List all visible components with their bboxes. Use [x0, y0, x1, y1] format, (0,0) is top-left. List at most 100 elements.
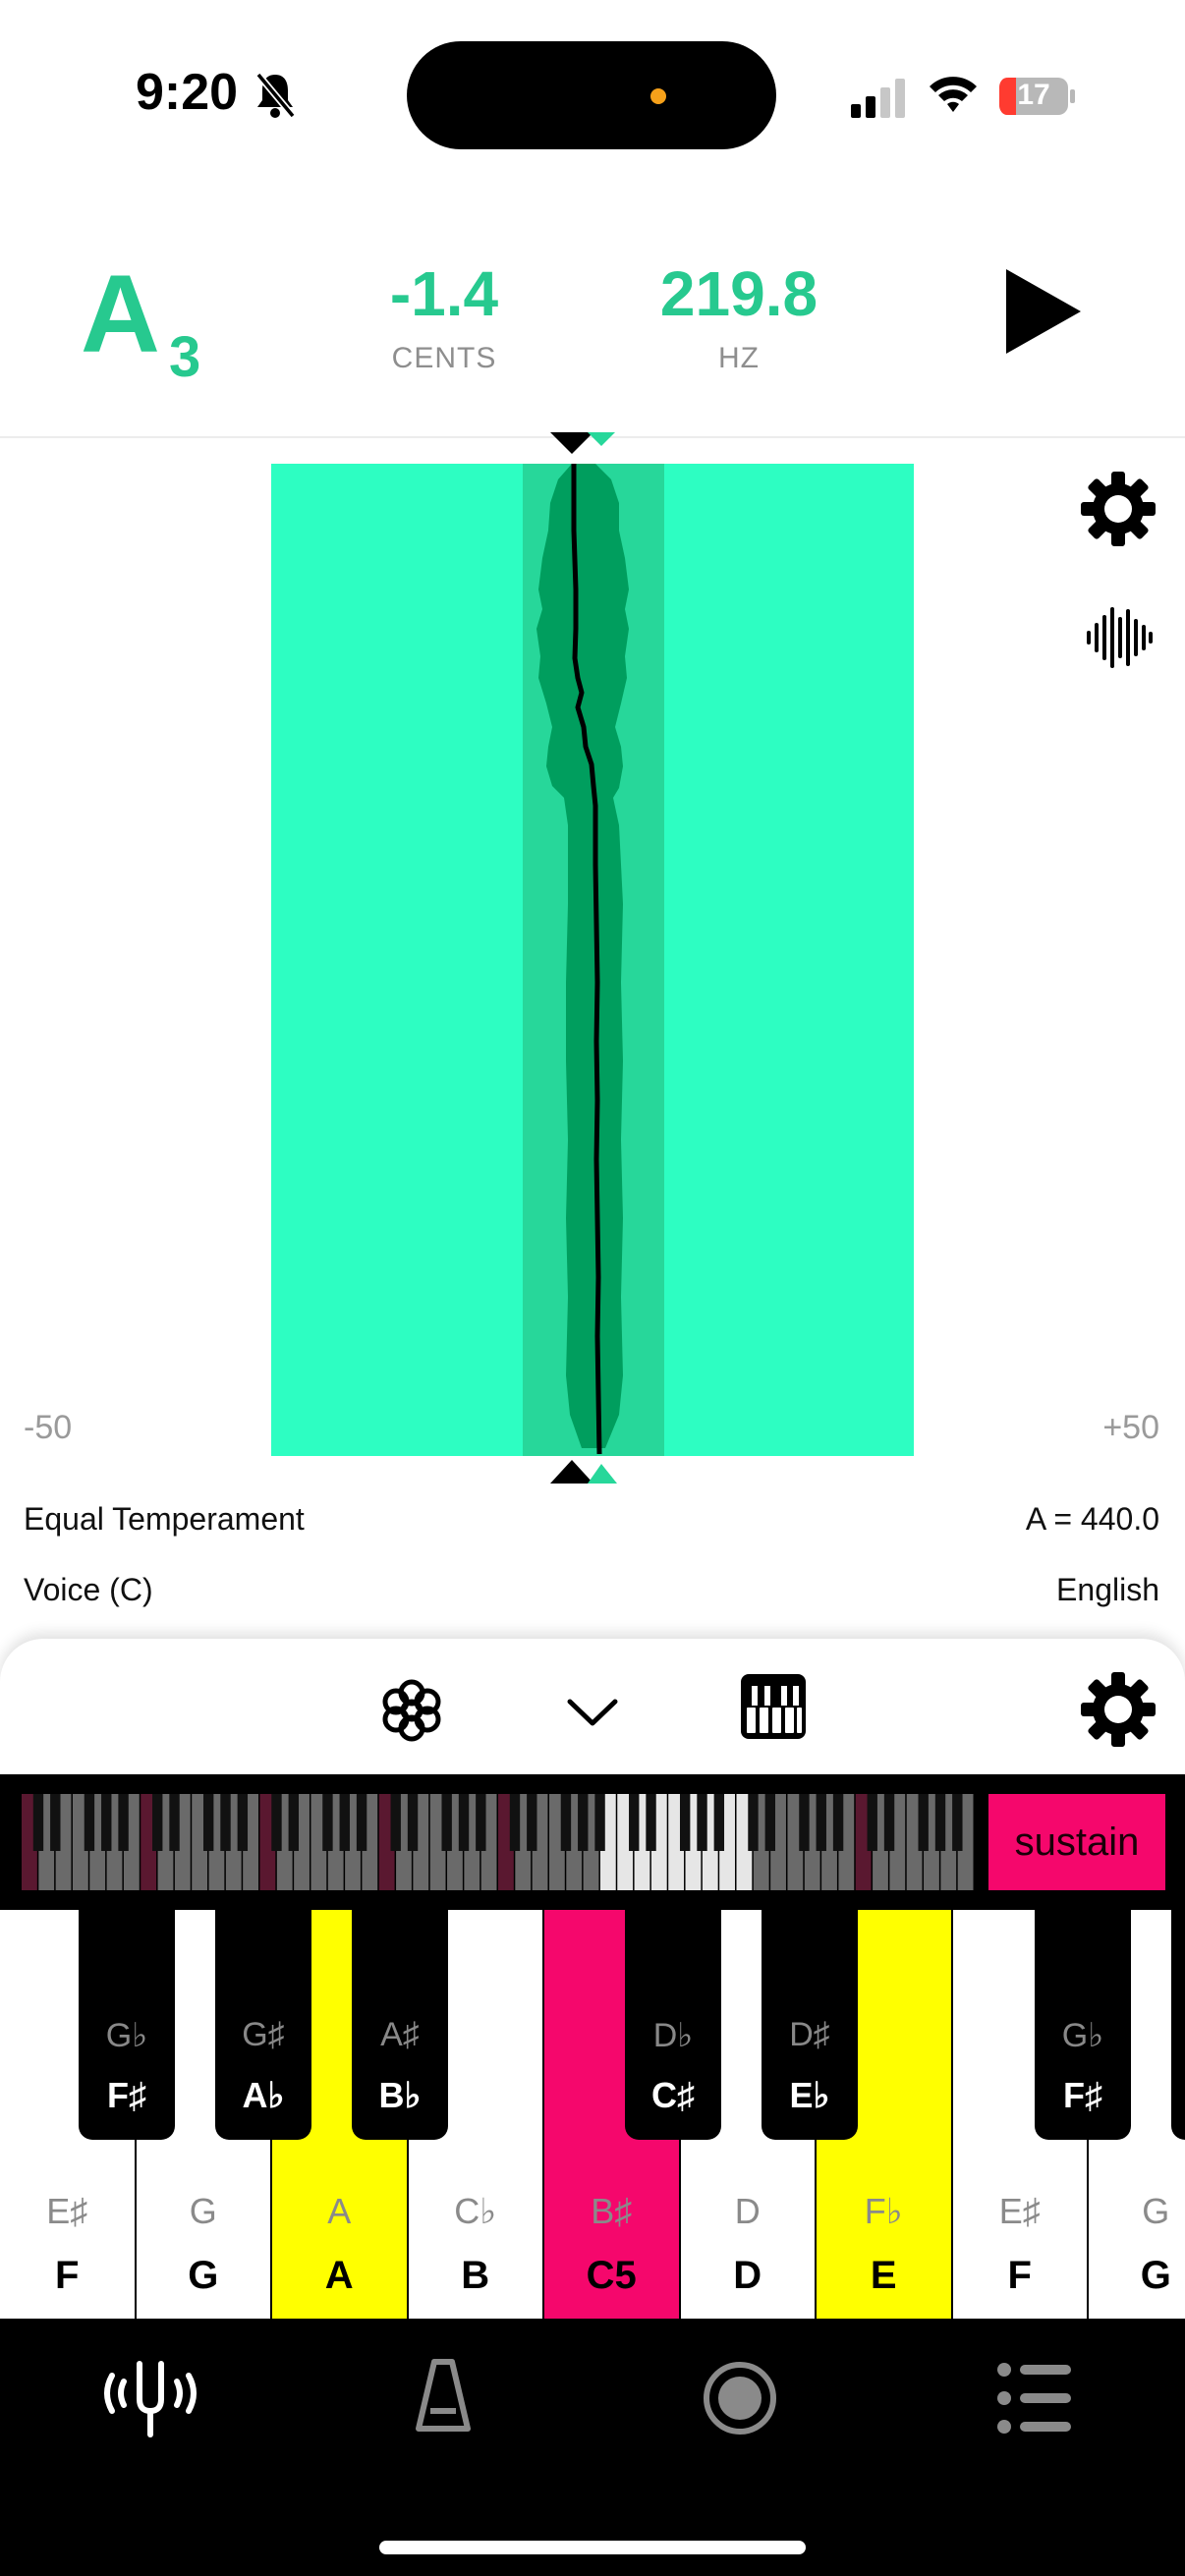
overview-black-key: [679, 1794, 691, 1851]
overview-black-key: [560, 1794, 572, 1851]
frequency-value: 219.8: [659, 258, 818, 329]
detected-octave: 3: [169, 325, 201, 389]
key-alt-label: E♯: [998, 2191, 1041, 2231]
overview-black-key: [832, 1794, 844, 1851]
key-note-label: A♭: [242, 2075, 285, 2115]
overview-black-key: [476, 1794, 486, 1851]
overview-black-key: [918, 1794, 929, 1851]
reference-pitch-setting[interactable]: A = 440.0: [1026, 1501, 1159, 1538]
tab-list-icon[interactable]: [983, 2356, 1091, 2440]
scale-max-label: +50: [1102, 1409, 1159, 1446]
overview-black-key: [458, 1794, 470, 1851]
key-note-label: C5: [586, 2254, 637, 2297]
key-alt-label: B♯: [591, 2191, 633, 2231]
key-alt-label: F♭: [864, 2191, 903, 2231]
overview-black-key: [883, 1794, 895, 1851]
piano-black-key[interactable]: G♭ F♯: [79, 1910, 175, 2140]
play-button[interactable]: [1002, 265, 1085, 358]
tab-tuner-tuning-fork-icon[interactable]: [96, 2356, 204, 2440]
key-alt-label: G♭: [105, 2017, 148, 2054]
tab-metronome-icon[interactable]: [389, 2356, 497, 2440]
key-note-label: E♭: [789, 2075, 830, 2115]
status-time: 9:20: [136, 64, 239, 121]
key-alt-label: G♭: [1061, 2017, 1104, 2054]
waveform-icon[interactable]: [1085, 605, 1154, 670]
overview-black-key: [202, 1794, 214, 1851]
silent-bell-icon: [255, 72, 296, 119]
key-alt-label: D: [734, 2191, 761, 2231]
overview-black-key: [220, 1794, 231, 1851]
overview-black-key: [322, 1794, 333, 1851]
overview-black-key: [509, 1794, 521, 1851]
note-language-setting[interactable]: English: [1056, 1572, 1159, 1608]
overview-black-key: [748, 1794, 759, 1851]
overview-black-key: [713, 1794, 725, 1851]
key-alt-label: D♯: [789, 2016, 830, 2053]
overview-black-key: [578, 1794, 589, 1851]
temperament-setting[interactable]: Equal Temperament: [24, 1501, 305, 1538]
piano-black-key[interactable]: D♯ E♭: [762, 1910, 858, 2140]
overview-black-key: [339, 1794, 350, 1851]
key-note-label: F♯: [107, 2075, 146, 2115]
overview-black-key: [952, 1794, 963, 1851]
overview-black-key: [594, 1794, 605, 1851]
piano-black-key[interactable]: A♯ B♭: [352, 1910, 448, 2140]
overview-black-key: [118, 1794, 129, 1851]
overview-black-key: [629, 1794, 640, 1851]
keyboard-overview-range[interactable]: [22, 1794, 975, 1890]
overview-black-key: [407, 1794, 419, 1851]
overview-black-key: [152, 1794, 163, 1851]
top-pointer-shadow: [588, 432, 615, 446]
overview-black-key: [50, 1794, 61, 1851]
frequency-label: HZ: [718, 342, 760, 374]
key-alt-label: A♯: [380, 2016, 420, 2053]
overview-black-key: [288, 1794, 299, 1851]
overview-black-key: [527, 1794, 537, 1851]
overview-black-key: [441, 1794, 452, 1851]
overview-black-key: [271, 1794, 282, 1851]
volume-silhouette: [536, 464, 629, 1448]
chevron-down-icon[interactable]: [562, 1686, 623, 1735]
circle-of-fifths-icon[interactable]: [377, 1676, 446, 1745]
overview-black-key: [32, 1794, 44, 1851]
keyboard-settings-gear-icon[interactable]: [1079, 1670, 1157, 1749]
instrument-setting[interactable]: Voice (C): [24, 1572, 153, 1608]
key-alt-label: C♭: [454, 2191, 497, 2231]
key-alt-label: D♭: [652, 2017, 694, 2054]
key-note-label: G: [1140, 2254, 1171, 2297]
battery-level: 17: [1017, 79, 1050, 111]
tuner-settings-gear-icon[interactable]: [1079, 470, 1157, 548]
key-note-label: F♯: [1063, 2075, 1102, 2115]
overview-black-key: [697, 1794, 707, 1851]
scale-min-label: -50: [24, 1409, 73, 1446]
sustain-button[interactable]: sustain: [988, 1794, 1165, 1890]
piano-black-key[interactable]: G♭ F♯: [1035, 1910, 1131, 2140]
piano-black-key[interactable]: D♭ C♯: [625, 1910, 721, 2140]
key-note-label: F: [1007, 2254, 1032, 2297]
key-note-label: G: [188, 2254, 219, 2297]
overview-black-key: [237, 1794, 249, 1851]
tab-record-icon[interactable]: [686, 2356, 794, 2440]
key-alt-label: A: [327, 2191, 352, 2231]
cents-label: CENTS: [391, 342, 497, 374]
key-note-label: A: [324, 2254, 354, 2297]
cents-value: -1.4: [389, 258, 499, 329]
overview-black-key: [646, 1794, 656, 1851]
dynamic-island: [407, 41, 776, 149]
overview-black-key: [764, 1794, 775, 1851]
home-indicator: [379, 2541, 806, 2554]
piano-black-key[interactable]: G♯ A♭: [215, 1910, 311, 2140]
piano-black-key[interactable]: [1171, 1910, 1185, 2140]
overview-black-key: [101, 1794, 112, 1851]
battery-indicator: 17: [998, 77, 1077, 116]
overview-black-key: [799, 1794, 810, 1851]
wifi-icon: [930, 77, 977, 112]
overview-black-key: [169, 1794, 180, 1851]
piano-keyboard-icon[interactable]: [739, 1672, 808, 1741]
key-note-label: B♭: [378, 2075, 422, 2115]
piano-keyboard: E♯ F G G A A C♭ B B♯ C5 D D F♭ E E♯ F G G G♭ F♯ G♯ A♭ A♯ B♭ D♭ C♯…: [0, 1910, 1185, 2319]
top-pointer: [550, 432, 593, 454]
overview-black-key: [84, 1794, 95, 1851]
overview-black-key: [390, 1794, 401, 1851]
key-note-label: D: [733, 2254, 762, 2297]
